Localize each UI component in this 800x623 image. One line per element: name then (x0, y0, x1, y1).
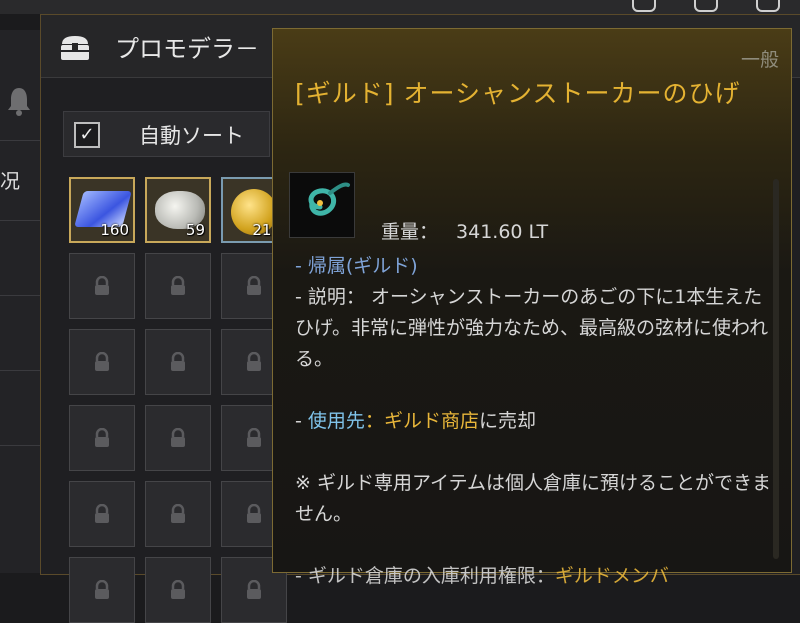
item-weight: 重量： 341.60 LT (381, 217, 548, 244)
system-icon[interactable] (756, 0, 780, 12)
item-tooltip: 一般 [ギルド] オーシャンストーカーのひげ 重量： 341.60 LT - 帰属… (272, 28, 792, 587)
usage-dash: - (295, 410, 308, 432)
usage-suffix: に売却 (478, 410, 536, 432)
lock-icon (168, 427, 188, 448)
weight-label: 重量： (381, 221, 439, 243)
lock-icon (244, 503, 264, 524)
guild-note: ※ ギルド専用アイテムは個人倉庫に預けることができません。 (295, 472, 772, 525)
truncated-line: - ギルド倉庫の入庫利用権限：ギルドメンバ (295, 561, 669, 588)
locked-inventory-slot[interactable] (69, 405, 135, 471)
lock-icon (168, 579, 188, 600)
locked-inventory-slot[interactable] (69, 253, 135, 319)
item-description: - 帰属(ギルド) - 説明： オーシャンストーカーのあごの下に1本生えたひげ。… (295, 251, 775, 530)
locked-inventory-slot[interactable] (69, 329, 135, 395)
checkbox-check-icon[interactable]: ✓ (74, 122, 100, 148)
truncated-gold: ギルドメンバ (554, 565, 669, 587)
lock-icon (92, 351, 112, 372)
usage-colon: ： (364, 410, 384, 432)
description-line: - 説明： オーシャンストーカーのあごの下に1本生えたひげ。非常に弾性が強力なた… (295, 282, 775, 375)
usage-target: ギルド商店 (383, 410, 479, 432)
bind-type: - 帰属(ギルド) (295, 255, 418, 277)
item-quantity: 59 (185, 221, 205, 239)
item-grade: 一般 (740, 49, 779, 71)
locked-inventory-slot[interactable] (69, 481, 135, 547)
locked-inventory-slot[interactable] (145, 329, 211, 395)
locked-inventory-slot[interactable] (145, 557, 211, 623)
description-prefix: - 説明： (295, 286, 365, 308)
lock-icon (92, 503, 112, 524)
lock-icon (92, 275, 112, 296)
system-topbar (0, 0, 800, 14)
weight-value: 341.60 LT (456, 221, 549, 243)
chest-icon (59, 34, 91, 62)
description-text: オーシャンストーカーのあごの下に1本生えたひげ。非常に弾性が強力なため、最高級の… (295, 286, 769, 370)
locked-inventory-slot[interactable] (145, 481, 211, 547)
lock-icon (168, 275, 188, 296)
lock-icon (244, 275, 264, 296)
inventory-slot[interactable]: 59 (145, 177, 211, 243)
system-icon[interactable] (632, 0, 656, 12)
lock-icon (168, 351, 188, 372)
item-quantity: 160 (100, 221, 129, 239)
bell-icon[interactable] (6, 85, 32, 119)
tooltip-scrollbar[interactable] (773, 179, 779, 559)
locked-inventory-slot[interactable] (145, 253, 211, 319)
left-side-panel: 况 (0, 30, 41, 573)
lock-icon (244, 579, 264, 600)
whisker-icon (289, 172, 355, 238)
lock-icon (244, 427, 264, 448)
window-title: プロモデラ－ (115, 35, 259, 63)
item-name: [ギルド] オーシャンストーカーのひげ (295, 79, 741, 108)
lock-icon (168, 503, 188, 524)
auto-sort-label: 自動ソート (139, 124, 244, 148)
system-icon[interactable] (694, 0, 718, 12)
usage-label: 使用先 (307, 410, 365, 432)
inventory-slot[interactable]: 160 (69, 177, 135, 243)
auto-sort-toggle[interactable]: ✓ 自動ソート (63, 111, 270, 157)
usage-line: - 使用先：ギルド商店に売却 (295, 406, 775, 437)
lock-icon (244, 351, 264, 372)
locked-inventory-slot[interactable] (69, 557, 135, 623)
panel-label: 况 (0, 169, 20, 193)
lock-icon (92, 427, 112, 448)
truncated-text: - ギルド倉庫の入庫利用権限： (295, 565, 555, 587)
lock-icon (92, 579, 112, 600)
locked-inventory-slot[interactable] (145, 405, 211, 471)
